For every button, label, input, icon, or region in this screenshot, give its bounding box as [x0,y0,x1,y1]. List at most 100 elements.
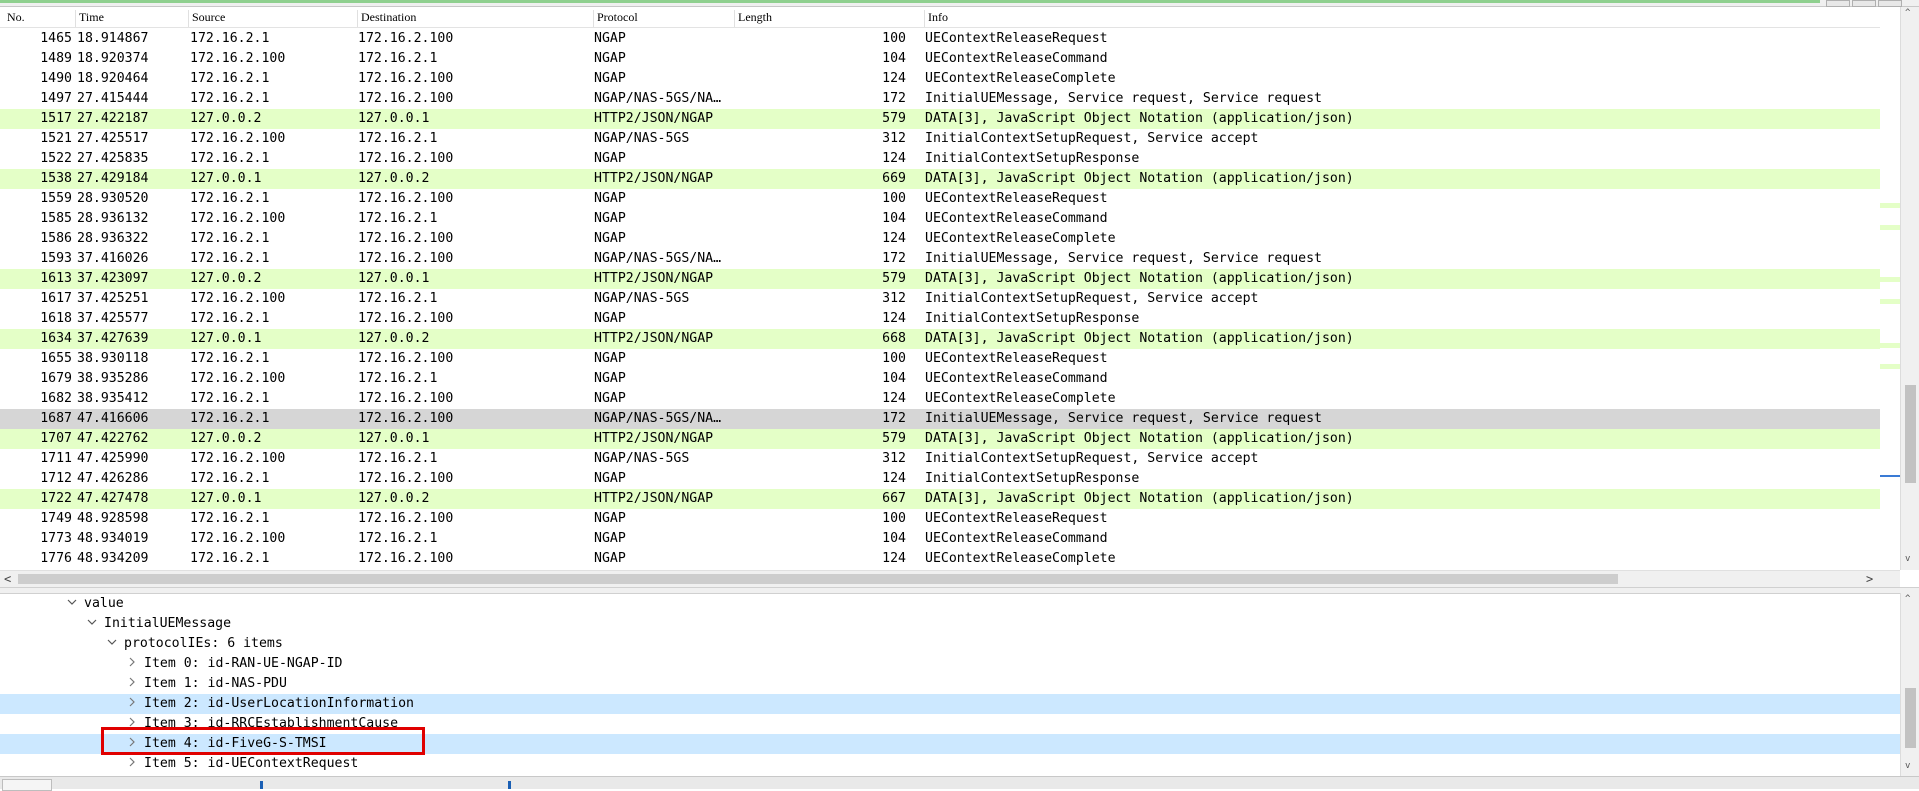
cell-dst: 172.16.2.100 [358,351,454,366]
filter-apply-button[interactable] [1852,0,1876,7]
table-row[interactable]: 1773 48.934019 172.16.2.100 172.16.2.1 NGAP 1… [0,529,1880,549]
cell-src: 127.0.0.2 [190,271,262,286]
col-header-protocol[interactable]: Protocol [593,10,734,27]
chevron-down-icon[interactable] [106,634,118,654]
scroll-up-icon[interactable]: ^ [1905,594,1910,604]
table-row[interactable]: 1687 47.416606 172.16.2.1 172.16.2.100 NGAP/… [0,409,1880,429]
scroll-down-icon[interactable]: v [1905,554,1910,564]
cell-len: 124 [882,391,906,406]
filter-expression-button[interactable] [1878,0,1902,7]
tree-item[interactable]: Item 0: id-RAN-UE-NGAP-ID [0,654,1900,674]
cell-time: 37.427639 [77,331,149,346]
cell-proto: NGAP/NAS-5GS/NA… [594,411,722,426]
col-header-no[interactable]: No. [4,10,76,27]
table-row[interactable]: 1722 47.427478 127.0.0.1 127.0.0.2 HTTP2/JSO… [0,489,1880,509]
cell-proto: HTTP2/JSON/NGAP [594,331,714,346]
col-header-time[interactable]: Time [75,10,188,27]
scrollbar-thumb[interactable] [1905,385,1916,483]
table-row[interactable]: 1465 18.914867 172.16.2.1 172.16.2.100 NGAP 1… [0,29,1880,49]
chevron-down-icon[interactable] [66,594,78,614]
cell-no: 1613 [40,271,72,286]
table-row[interactable]: 1634 37.427639 127.0.0.1 127.0.0.2 HTTP2/JSO… [0,329,1880,349]
cell-len: 104 [882,211,906,226]
cell-no: 1722 [40,491,72,506]
cell-no: 1585 [40,211,72,226]
cell-proto: NGAP [594,151,626,166]
table-row[interactable]: 1613 37.423097 127.0.0.2 127.0.0.1 HTTP2/JSO… [0,269,1880,289]
tree-item[interactable]: Item 5: id-UEContextRequest [0,754,1900,774]
table-row[interactable]: 1489 18.920374 172.16.2.100 172.16.2.1 NGAP 1… [0,49,1880,69]
chevron-right-icon[interactable] [126,674,138,694]
cell-time: 18.920374 [77,51,149,66]
cell-dst: 172.16.2.1 [358,371,438,386]
table-row[interactable]: 1749 48.928598 172.16.2.1 172.16.2.100 NGAP 1… [0,509,1880,529]
cell-info: UEContextReleaseCommand [925,51,1108,66]
details-vertical-scrollbar[interactable]: ^ v [1900,593,1919,776]
table-row[interactable]: 1707 47.422762 127.0.0.2 127.0.0.1 HTTP2/JSO… [0,429,1880,449]
cell-src: 172.16.2.100 [190,371,286,386]
cell-proto: NGAP [594,351,626,366]
chevron-right-icon[interactable] [126,654,138,674]
scrollbar-thumb[interactable] [1905,688,1916,748]
scroll-left-icon[interactable]: < [4,571,11,587]
table-row[interactable]: 1586 28.936322 172.16.2.1 172.16.2.100 NGAP 1… [0,229,1880,249]
cell-info: InitialContextSetupResponse [925,471,1140,486]
col-header-source[interactable]: Source [188,10,357,27]
cell-time: 48.928598 [77,511,149,526]
scroll-up-icon[interactable]: ^ [1905,8,1910,18]
table-row[interactable]: 1522 27.425835 172.16.2.1 172.16.2.100 NGAP 1… [0,149,1880,169]
tree-item[interactable]: protocolIEs: 6 items [0,634,1900,654]
table-row[interactable]: 1617 37.425251 172.16.2.100 172.16.2.1 NGAP/… [0,289,1880,309]
table-row[interactable]: 1490 18.920464 172.16.2.1 172.16.2.100 NGAP 1… [0,69,1880,89]
cell-len: 124 [882,71,906,86]
cell-no: 1617 [40,291,72,306]
chevron-right-icon[interactable] [126,694,138,714]
tree-item[interactable]: value [0,594,1900,614]
cell-len: 312 [882,291,906,306]
cell-time: 37.423097 [77,271,149,286]
table-row[interactable]: 1682 38.935412 172.16.2.1 172.16.2.100 NGAP 1… [0,389,1880,409]
col-header-destination[interactable]: Destination [357,10,593,27]
table-row[interactable]: 1497 27.415444 172.16.2.1 172.16.2.100 NGAP/… [0,89,1880,109]
cell-len: 124 [882,151,906,166]
table-row[interactable]: 1538 27.429184 127.0.0.1 127.0.0.2 HTTP2/JSO… [0,169,1880,189]
chevron-down-icon[interactable] [86,614,98,634]
col-header-info[interactable]: Info [924,10,1894,27]
packet-list-vertical-scrollbar[interactable]: ^ v [1900,7,1919,570]
cell-dst: 172.16.2.1 [358,51,438,66]
status-tab[interactable] [2,779,52,791]
cell-proto: NGAP [594,71,626,86]
cell-info: InitialContextSetupRequest, Service acce… [925,451,1259,466]
filter-bookmark-button[interactable] [1826,0,1850,7]
cell-src: 172.16.2.1 [190,251,270,266]
chevron-right-icon[interactable] [126,754,138,774]
display-filter-bar[interactable] [0,0,1820,3]
table-row[interactable]: 1679 38.935286 172.16.2.100 172.16.2.1 NGAP 1… [0,369,1880,389]
table-row[interactable]: 1712 47.426286 172.16.2.1 172.16.2.100 NGAP 1… [0,469,1880,489]
cell-proto: NGAP [594,551,626,566]
hscrollbar-thumb[interactable] [18,574,1618,584]
tree-item[interactable]: Item 2: id-UserLocationInformation [0,694,1900,714]
packet-list-horizontal-scrollbar[interactable]: < > [0,570,1900,587]
col-header-length[interactable]: Length [734,10,924,27]
tree-item[interactable]: Item 1: id-NAS-PDU [0,674,1900,694]
table-row[interactable]: 1559 28.930520 172.16.2.1 172.16.2.100 NGAP 1… [0,189,1880,209]
cell-info: DATA[3], JavaScript Object Notation (app… [925,431,1354,446]
cell-src: 127.0.0.1 [190,331,262,346]
scroll-right-icon[interactable]: > [1866,571,1873,587]
scroll-down-icon[interactable]: v [1905,761,1910,771]
intelligent-scrollbar-map[interactable] [1880,7,1900,570]
table-row[interactable]: 1776 48.934209 172.16.2.1 172.16.2.100 NGAP 1… [0,549,1880,569]
packet-list[interactable]: No. Time Source Destination Protocol Len… [0,7,1919,570]
table-row[interactable]: 1521 27.425517 172.16.2.100 172.16.2.1 NGAP/… [0,129,1880,149]
cell-dst: 172.16.2.100 [358,91,454,106]
cell-info: UEContextReleaseComplete [925,231,1116,246]
table-row[interactable]: 1711 47.425990 172.16.2.100 172.16.2.1 NGAP/… [0,449,1880,469]
table-row[interactable]: 1593 37.416026 172.16.2.1 172.16.2.100 NGAP/… [0,249,1880,269]
tree-item[interactable]: InitialUEMessage [0,614,1900,634]
table-row[interactable]: 1618 37.425577 172.16.2.1 172.16.2.100 NGAP 1… [0,309,1880,329]
table-row[interactable]: 1517 27.422187 127.0.0.2 127.0.0.1 HTTP2/JSO… [0,109,1880,129]
table-row[interactable]: 1655 38.930118 172.16.2.1 172.16.2.100 NGAP 1… [0,349,1880,369]
table-row[interactable]: 1585 28.936132 172.16.2.100 172.16.2.1 NGAP 1… [0,209,1880,229]
cell-len: 104 [882,51,906,66]
